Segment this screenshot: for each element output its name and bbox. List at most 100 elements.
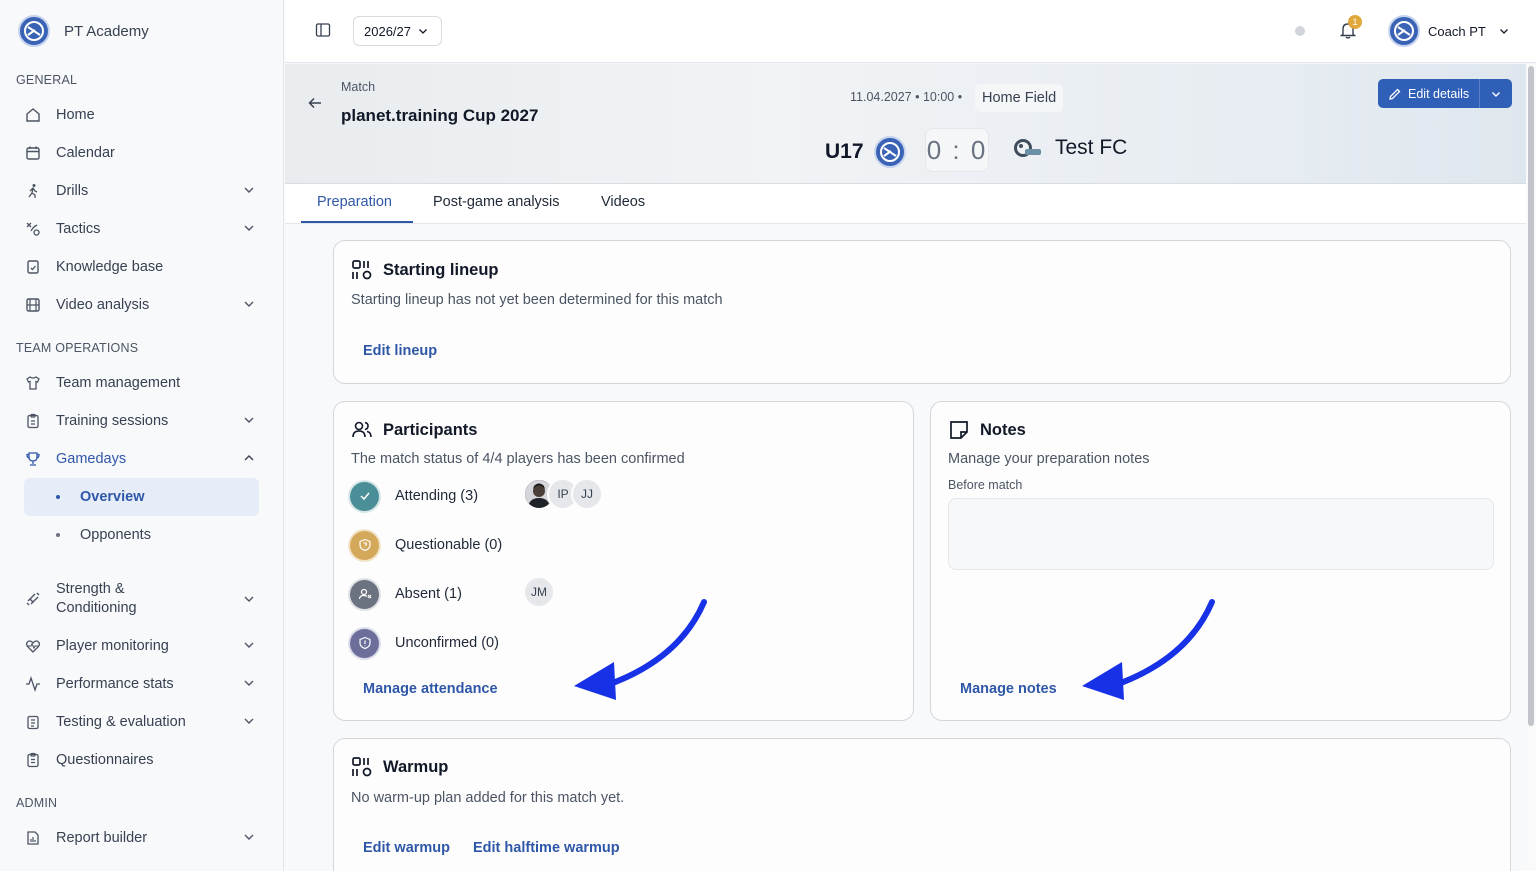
chevron-down-icon[interactable] bbox=[242, 638, 256, 652]
chevron-up-icon[interactable] bbox=[242, 451, 256, 465]
user-menu[interactable]: Coach PT bbox=[1388, 15, 1510, 47]
chevron-down-icon[interactable] bbox=[242, 676, 256, 690]
venue-badge: Home Field bbox=[975, 84, 1064, 112]
sidebar-item-label: Drills bbox=[56, 183, 89, 199]
match-title: planet.training Cup 2027 bbox=[341, 106, 539, 125]
scrollbar-thumb[interactable] bbox=[1528, 66, 1534, 726]
card-title: Notes bbox=[948, 419, 1026, 441]
check-icon bbox=[350, 481, 379, 511]
sidebar-item-label: Questionnaires bbox=[56, 752, 154, 768]
activity-icon bbox=[24, 675, 42, 693]
chevron-down-icon[interactable] bbox=[242, 183, 256, 197]
sidebar-subitem-overview[interactable]: Overview bbox=[24, 478, 259, 516]
before-match-notes-field[interactable] bbox=[948, 498, 1494, 570]
home-team: U17 bbox=[825, 136, 906, 168]
section-title-general: GENERAL bbox=[16, 73, 78, 87]
chevron-down-icon bbox=[1492, 91, 1501, 97]
avatar[interactable]: JM bbox=[523, 576, 555, 608]
chevron-down-icon[interactable] bbox=[242, 413, 256, 427]
match-tabs: Preparation Post-game analysis Videos bbox=[285, 184, 1526, 224]
sidebar-item-questionnaires[interactable]: Questionnaires bbox=[24, 742, 260, 778]
main-content: Starting lineup Starting lineup has not … bbox=[285, 225, 1526, 871]
edit-lineup-link[interactable]: Edit lineup bbox=[363, 343, 437, 359]
card-title: Warmup bbox=[351, 756, 448, 778]
sidebar-subitem-opponents[interactable]: Opponents bbox=[24, 516, 259, 554]
edit-halftime-warmup-link[interactable]: Edit halftime warmup bbox=[473, 840, 620, 856]
label-line-1: Strength & bbox=[56, 581, 125, 597]
sidebar-item-video-analysis[interactable]: Video analysis bbox=[24, 287, 260, 323]
tab-post-game-analysis[interactable]: Post-game analysis bbox=[433, 194, 560, 210]
status-row-absent[interactable]: Absent (1) bbox=[350, 579, 462, 609]
shield-alert-icon bbox=[350, 628, 379, 658]
sidebar-item-team-management[interactable]: Team management bbox=[24, 365, 260, 401]
sidebar-item-tactics[interactable]: Tactics bbox=[24, 211, 260, 247]
sidebar-item-label: Training sessions bbox=[56, 413, 169, 429]
sidebar-item-label: Team management bbox=[56, 375, 181, 391]
status-label: Unconfirmed (0) bbox=[395, 635, 499, 651]
edit-details-button-group: Edit details bbox=[1378, 79, 1513, 108]
tab-videos[interactable]: Videos bbox=[601, 194, 645, 210]
home-icon bbox=[24, 106, 42, 124]
sidebar-item-knowledge-base[interactable]: Knowledge base bbox=[24, 249, 260, 285]
card-title: Starting lineup bbox=[351, 259, 499, 281]
page-scrollbar[interactable] bbox=[1526, 64, 1536, 871]
back-arrow-icon[interactable] bbox=[307, 95, 323, 111]
manage-notes-link[interactable]: Manage notes bbox=[960, 681, 1057, 697]
sidebar-item-label: Gamedays bbox=[56, 451, 127, 467]
sidebar-item-label: Player monitoring bbox=[56, 638, 169, 654]
sidebar-item-label: Testing & evaluation bbox=[56, 714, 186, 730]
sidebar-item-label: Report builder bbox=[56, 830, 148, 846]
bullet-icon bbox=[56, 495, 60, 499]
sidebar-item-label: Tactics bbox=[56, 221, 101, 237]
checklist-icon bbox=[24, 713, 42, 731]
sidebar-item-performance-stats[interactable]: Performance stats bbox=[24, 666, 260, 702]
dumbbell-icon bbox=[24, 590, 42, 608]
sidebar-item-report-builder[interactable]: Report builder bbox=[24, 820, 260, 856]
sidebar-item-home[interactable]: Home bbox=[24, 97, 260, 133]
status-row-attending[interactable]: Attending (3) bbox=[350, 481, 478, 511]
status-row-unconfirmed[interactable]: Unconfirmed (0) bbox=[350, 628, 499, 658]
status-label: Absent (1) bbox=[395, 586, 462, 602]
sidebar-toggle-icon[interactable] bbox=[315, 22, 331, 38]
note-icon bbox=[950, 421, 968, 439]
chevron-down-icon[interactable] bbox=[242, 592, 256, 606]
tactics-icon bbox=[24, 220, 42, 238]
edit-warmup-link[interactable]: Edit warmup bbox=[363, 840, 450, 856]
season-select[interactable]: 2026/27 bbox=[353, 16, 442, 46]
notes-field-label: Before match bbox=[948, 478, 1023, 492]
chevron-down-icon[interactable] bbox=[242, 830, 256, 844]
pencil-icon bbox=[1389, 88, 1401, 100]
chevron-down-icon[interactable] bbox=[242, 221, 256, 235]
sidebar-item-training-sessions[interactable]: Training sessions bbox=[24, 403, 260, 439]
report-icon bbox=[24, 829, 42, 847]
manage-attendance-link[interactable]: Manage attendance bbox=[363, 681, 498, 697]
tab-preparation[interactable]: Preparation bbox=[317, 194, 392, 210]
sidebar-item-label: Strength & Conditioning bbox=[56, 580, 137, 618]
status-label: Questionable (0) bbox=[395, 537, 503, 553]
season-value: 2026/27 bbox=[364, 23, 411, 39]
chevron-down-icon bbox=[1499, 29, 1508, 34]
status-row-questionable[interactable]: Questionable (0) bbox=[350, 530, 502, 560]
edit-details-dropdown[interactable] bbox=[1480, 79, 1512, 108]
sidebar-item-testing-evaluation[interactable]: Testing & evaluation bbox=[24, 704, 260, 740]
card-description: Manage your preparation notes bbox=[948, 451, 1150, 467]
sidebar-item-calendar[interactable]: Calendar bbox=[24, 135, 260, 171]
sidebar-item-player-monitoring[interactable]: Player monitoring bbox=[24, 628, 260, 664]
away-team-name: Test FC bbox=[1055, 136, 1128, 159]
sidebar-item-strength-conditioning[interactable]: Strength & Conditioning bbox=[24, 579, 260, 619]
brand[interactable]: PT Academy bbox=[18, 15, 149, 47]
avatar[interactable]: JJ bbox=[571, 478, 603, 510]
sidebar-item-drills[interactable]: Drills bbox=[24, 173, 260, 209]
card-description: The match status of 4/4 players has been… bbox=[351, 451, 685, 467]
chevron-down-icon[interactable] bbox=[242, 714, 256, 728]
lineup-icon bbox=[352, 260, 372, 280]
sidebar-item-label: Performance stats bbox=[56, 676, 174, 692]
edit-details-button[interactable]: Edit details bbox=[1378, 79, 1481, 108]
club-logo-icon bbox=[18, 15, 50, 47]
clipboard-icon bbox=[24, 412, 42, 430]
card-description: Starting lineup has not yet been determi… bbox=[351, 292, 723, 308]
chevron-down-icon[interactable] bbox=[242, 297, 256, 311]
sidebar-item-gamedays[interactable]: Gamedays bbox=[24, 441, 260, 477]
home-team-name: U17 bbox=[825, 140, 864, 163]
notification-badge: 1 bbox=[1348, 15, 1362, 29]
